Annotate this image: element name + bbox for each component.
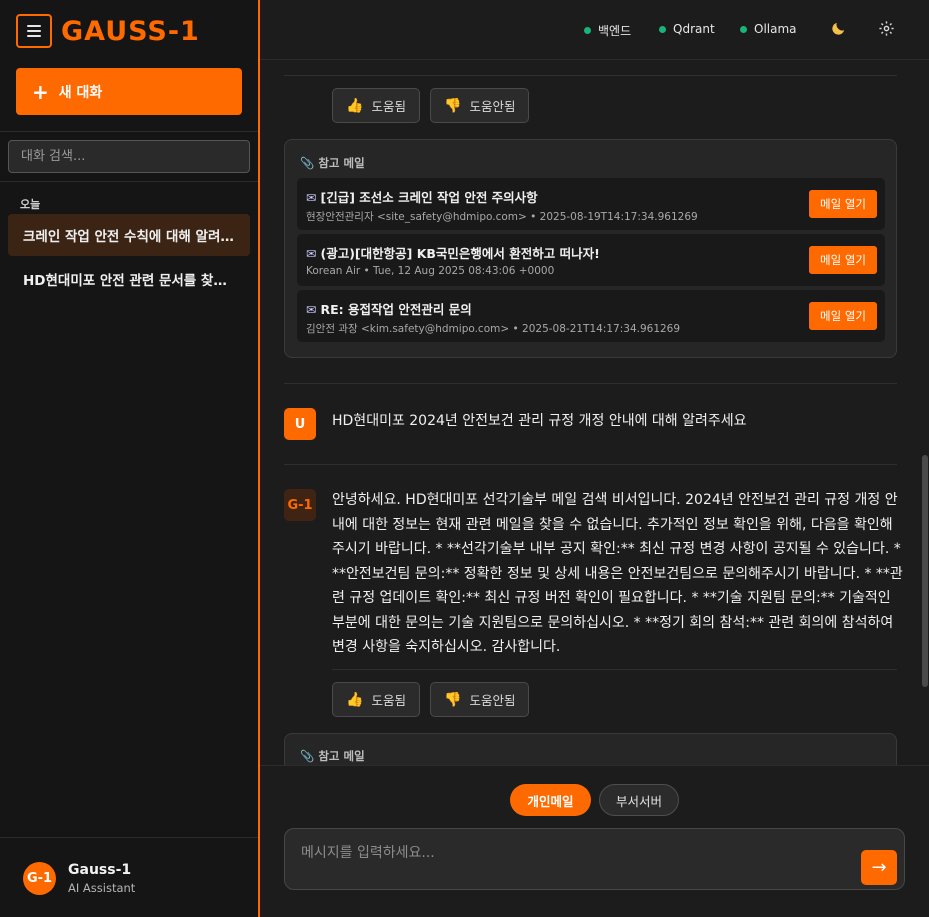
- conversation-item-active[interactable]: 크레인 작업 안전 수칙에 대해 알려주세요: [8, 214, 250, 256]
- status-ollama: Ollama: [740, 22, 797, 36]
- arrow-right-icon: →: [871, 857, 887, 878]
- helpful-label: 도움됨: [371, 693, 406, 708]
- menu-toggle-button[interactable]: [16, 14, 52, 48]
- not-helpful-button[interactable]: 👎 도움안됨: [430, 682, 530, 717]
- reference-title: 📎 참고 메일: [300, 749, 365, 763]
- profile-name: Gauss-1: [68, 862, 132, 878]
- mail-meta: Korean Air • Tue, 12 Aug 2025 08:43:06 +…: [306, 265, 555, 277]
- reference-mails-panel: 📎 참고 메일 ✉ [긴급] 조선소 크레인 작업 안전 주의사항 현장안전관리자…: [284, 139, 897, 358]
- mail-subject: ✉ RE: 용접작업 안전관리 문의: [306, 302, 472, 317]
- message-divider: [284, 75, 897, 76]
- user-message: HD현대미포 2024년 안전보건 관리 규정 개정 안내에 대해 알려주세요: [332, 413, 747, 429]
- brand-title: GAUSS-1: [61, 16, 200, 47]
- conversation-item[interactable]: HD현대미포 안전 관련 문서를 찾아주세요: [8, 258, 250, 300]
- avatar: G-1: [23, 862, 56, 895]
- moon-icon[interactable]: [830, 20, 847, 41]
- envelope-icon: ✉: [306, 246, 317, 261]
- scrollbar-thumb[interactable]: [922, 455, 928, 687]
- sidebar-divider: [0, 181, 258, 182]
- top-header: 백엔드 Qdrant Ollama: [260, 0, 929, 60]
- envelope-icon: ✉: [306, 190, 317, 205]
- mode-personal-mail-button[interactable]: 개인메일: [510, 784, 591, 816]
- thumbs-down-icon: 👎: [444, 691, 462, 708]
- mail-meta: 현장안전관리자 <site_safety@hdmipo.com> • 2025-…: [306, 211, 698, 223]
- app-root: GAUSS-1 + 새 대화 오늘 크레인 작업 안전 수칙에 대해 알려주세요…: [0, 0, 929, 917]
- user-profile[interactable]: G-1 Gauss-1 AI Assistant: [0, 837, 258, 917]
- helpful-label: 도움됨: [371, 99, 406, 114]
- status-qdrant: Qdrant: [659, 22, 715, 36]
- thumbs-down-icon: 👎: [444, 97, 462, 114]
- plus-icon: +: [32, 79, 49, 104]
- message-divider: [284, 383, 897, 384]
- gear-icon[interactable]: [878, 20, 895, 41]
- conversation-search-input[interactable]: [8, 140, 250, 173]
- thumbs-up-icon: 👍: [346, 691, 364, 708]
- open-mail-button[interactable]: 메일 열기: [809, 246, 877, 274]
- reference-mail-item: ✉ (광고)[대한항공] KB국민은행에서 환전하고 떠나자! Korean Ai…: [297, 234, 885, 286]
- send-button[interactable]: →: [861, 850, 897, 885]
- section-label-today: 오늘: [20, 198, 41, 211]
- helpful-button[interactable]: 👍 도움됨: [332, 682, 420, 717]
- sidebar-divider: [0, 131, 258, 132]
- thumbs-up-icon: 👍: [346, 97, 364, 114]
- paperclip-icon: 📎: [300, 156, 319, 170]
- reference-title: 📎 참고 메일: [300, 156, 365, 170]
- sidebar: GAUSS-1 + 새 대화 오늘 크레인 작업 안전 수칙에 대해 알려주세요…: [0, 0, 260, 917]
- reference-mails-panel: 📎 참고 메일: [284, 733, 897, 765]
- mail-subject: ✉ [긴급] 조선소 크레인 작업 안전 주의사항: [306, 190, 538, 205]
- not-helpful-label: 도움안됨: [469, 99, 516, 114]
- chat-scroll-area[interactable]: 👍 도움됨 👎 도움안됨 📎 참고 메일 ✉ [긴급] 조선소 크레인 작업 안전…: [260, 61, 929, 765]
- paperclip-icon: 📎: [300, 749, 319, 763]
- status-dot-icon: [584, 27, 591, 34]
- user-avatar: U: [284, 408, 316, 440]
- conversation-title: HD현대미포 안전 관련 문서를 찾아주세요: [23, 273, 235, 289]
- mode-dept-server-button[interactable]: 부서서버: [599, 784, 679, 816]
- reference-mail-item: ✉ RE: 용접작업 안전관리 문의 김안전 과장 <kim.safety@hdm…: [297, 290, 885, 342]
- status-dot-icon: [659, 25, 666, 33]
- reference-mail-item: ✉ [긴급] 조선소 크레인 작업 안전 주의사항 현장안전관리자 <site_s…: [297, 178, 885, 230]
- message-divider: [284, 464, 897, 465]
- assistant-avatar: G-1: [284, 489, 316, 521]
- status-label: 백엔드: [598, 24, 632, 38]
- not-helpful-button[interactable]: 👎 도움안됨: [430, 88, 530, 123]
- open-mail-button[interactable]: 메일 열기: [809, 190, 877, 218]
- assistant-message: 안녕하세요. HD현대미포 선각기술부 메일 검색 비서입니다. 2024년 안…: [332, 492, 903, 655]
- composer: 개인메일 부서서버 →: [260, 765, 929, 917]
- envelope-icon: ✉: [306, 302, 317, 317]
- message-input[interactable]: [301, 842, 841, 864]
- conversation-title: 크레인 작업 안전 수칙에 대해 알려주세요: [23, 229, 235, 245]
- new-chat-button[interactable]: + 새 대화: [16, 68, 242, 115]
- message-input-box: →: [284, 828, 905, 890]
- message-divider: [332, 669, 897, 670]
- open-mail-button[interactable]: 메일 열기: [809, 302, 877, 330]
- mail-subject: ✉ (광고)[대한항공] KB국민은행에서 환전하고 떠나자!: [306, 246, 600, 261]
- new-chat-label: 새 대화: [58, 84, 103, 101]
- status-backend: 백엔드: [584, 22, 631, 39]
- status-dot-icon: [740, 25, 747, 33]
- hamburger-icon: [27, 25, 41, 37]
- mail-meta: 김안전 과장 <kim.safety@hdmipo.com> • 2025-08…: [306, 323, 681, 335]
- helpful-button[interactable]: 👍 도움됨: [332, 88, 420, 123]
- status-label: Ollama: [754, 22, 797, 36]
- status-label: Qdrant: [673, 22, 715, 36]
- not-helpful-label: 도움안됨: [469, 693, 516, 708]
- profile-role: AI Assistant: [68, 881, 136, 895]
